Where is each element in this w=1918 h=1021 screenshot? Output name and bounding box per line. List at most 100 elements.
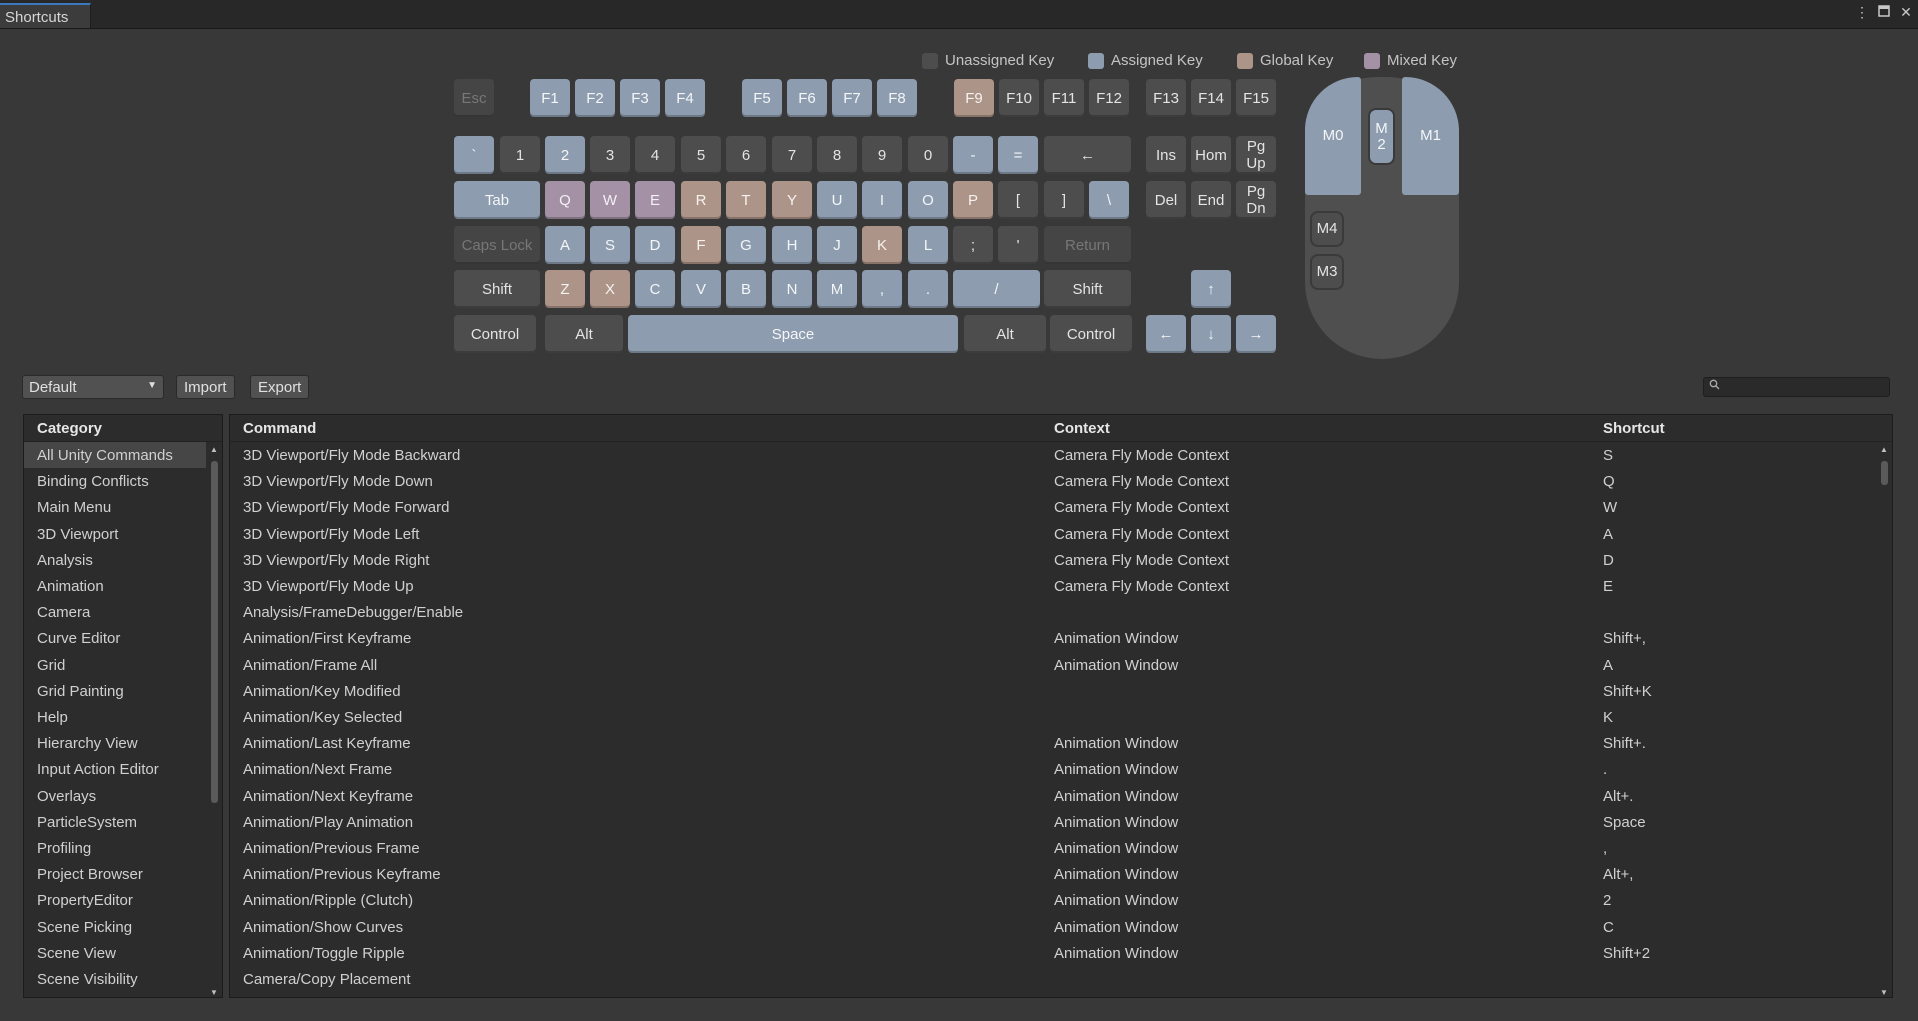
category-item[interactable]: Curve Editor	[24, 625, 206, 651]
key-u[interactable]: U	[817, 181, 857, 219]
key-arrow-left[interactable]: ←	[1146, 315, 1186, 353]
table-row[interactable]: Animation/Play Animation Animation Window…	[230, 809, 1876, 835]
command-column-header[interactable]: Command	[243, 420, 316, 437]
key-alt-left[interactable]: Alt	[545, 315, 623, 353]
key-z[interactable]: Z	[545, 270, 585, 308]
category-item[interactable]: Input Action Editor	[24, 756, 206, 782]
key-f14[interactable]: F14	[1191, 79, 1231, 117]
key-x[interactable]: X	[590, 270, 630, 308]
key-n[interactable]: N	[772, 270, 812, 308]
key-f5[interactable]: F5	[742, 79, 782, 117]
category-item[interactable]: Camera	[24, 599, 206, 625]
key-2[interactable]: 2	[545, 136, 585, 174]
key-d[interactable]: D	[635, 226, 675, 264]
key-k[interactable]: K	[862, 226, 902, 264]
table-row[interactable]: Animation/Toggle Ripple Animation Window S…	[230, 940, 1876, 966]
key-f[interactable]: F	[681, 226, 721, 264]
table-row[interactable]: 3D Viewport/Fly Mode Up Camera Fly Mode C…	[230, 573, 1876, 599]
category-item[interactable]: Scene Picking	[24, 914, 206, 940]
commands-scrollbar[interactable]: ▲ ▼	[1878, 445, 1891, 997]
key-semicolon[interactable]: ;	[953, 226, 993, 264]
mouse-button-m0[interactable]: M0	[1305, 77, 1361, 195]
category-item[interactable]: Scene Visibility	[24, 966, 206, 992]
key-backtick[interactable]: `	[454, 136, 494, 174]
table-row[interactable]: Animation/Next Keyframe Animation Window A…	[230, 783, 1876, 809]
key-f11[interactable]: F11	[1044, 79, 1084, 117]
mouse-button-m4[interactable]: M4	[1310, 211, 1344, 247]
key-f2[interactable]: F2	[575, 79, 615, 117]
profile-dropdown[interactable]: Default ▼	[22, 375, 164, 399]
key-7[interactable]: 7	[772, 136, 812, 174]
key-a[interactable]: A	[545, 226, 585, 264]
key-left[interactable]: ←	[1044, 136, 1131, 174]
table-row[interactable]: 3D Viewport/Fly Mode Right Camera Fly Mod…	[230, 547, 1876, 573]
export-button[interactable]: Export	[250, 375, 310, 399]
key-h[interactable]: H	[772, 226, 812, 264]
key-control-left[interactable]: Control	[454, 315, 536, 353]
key-0[interactable]: 0	[908, 136, 948, 174]
key-arrow-up[interactable]: ↑	[1191, 270, 1231, 308]
category-item[interactable]: Binding Conflicts	[24, 468, 206, 494]
key-control-right[interactable]: Control	[1050, 315, 1132, 353]
key-comma[interactable]: ,	[862, 270, 902, 308]
key-tab[interactable]: Tab	[454, 181, 540, 219]
table-row[interactable]: Animation/Next Frame Animation Window.	[230, 756, 1876, 782]
table-row[interactable]: Animation/First Keyframe Animation Window…	[230, 625, 1876, 651]
scroll-up-icon[interactable]: ▲	[210, 445, 218, 454]
category-item[interactable]: All Unity Commands	[24, 442, 206, 468]
table-row[interactable]: Camera/Copy Placement	[230, 966, 1876, 992]
category-item[interactable]: Overlays	[24, 783, 206, 809]
mouse-button-m1[interactable]: M1	[1402, 77, 1459, 195]
category-item[interactable]: Animation	[24, 573, 206, 599]
key-minus[interactable]: -	[953, 136, 993, 174]
key-backslash[interactable]: \	[1089, 181, 1129, 219]
key-alt-right[interactable]: Alt	[964, 315, 1046, 353]
table-row[interactable]: Animation/Previous Keyframe Animation Win…	[230, 861, 1876, 887]
scroll-up-icon[interactable]: ▲	[1880, 445, 1888, 454]
scroll-thumb[interactable]	[1881, 461, 1888, 485]
key-end[interactable]: End	[1191, 181, 1231, 219]
key-8[interactable]: 8	[817, 136, 857, 174]
key-f6[interactable]: F6	[787, 79, 827, 117]
key-shift-right[interactable]: Shift	[1044, 270, 1131, 308]
key-slash[interactable]: /	[953, 270, 1040, 308]
key-ins[interactable]: Ins	[1146, 136, 1186, 174]
key-v[interactable]: V	[681, 270, 721, 308]
key-p[interactable]: P	[953, 181, 993, 219]
key-f9[interactable]: F9	[954, 79, 994, 117]
category-item[interactable]: Scene View	[24, 940, 206, 966]
key-lbracket[interactable]: [	[998, 181, 1038, 219]
more-menu-icon[interactable]: ⋮	[1854, 4, 1870, 21]
key-g[interactable]: G	[726, 226, 766, 264]
table-row[interactable]: Animation/Show Curves Animation Window C	[230, 914, 1876, 940]
key-o[interactable]: O	[908, 181, 948, 219]
key-pg-dn[interactable]: Pg Dn	[1236, 181, 1276, 219]
close-icon[interactable]: ✕	[1898, 4, 1914, 21]
key-f10[interactable]: F10	[999, 79, 1039, 117]
scroll-thumb[interactable]	[211, 461, 218, 803]
key-rbracket[interactable]: ]	[1044, 181, 1084, 219]
category-scrollbar[interactable]: ▲ ▼	[208, 445, 221, 997]
key-f4[interactable]: F4	[665, 79, 705, 117]
key-9[interactable]: 9	[862, 136, 902, 174]
table-row[interactable]: 3D Viewport/Fly Mode Left Camera Fly Mode…	[230, 521, 1876, 547]
key-6[interactable]: 6	[726, 136, 766, 174]
key-t[interactable]: T	[726, 181, 766, 219]
key-e[interactable]: E	[635, 181, 675, 219]
key-f8[interactable]: F8	[877, 79, 917, 117]
table-row[interactable]: Animation/Ripple (Clutch) Animation Windo…	[230, 887, 1876, 913]
table-row[interactable]: Animation/Key Modified Shift+K	[230, 678, 1876, 704]
search-input[interactable]	[1703, 377, 1890, 397]
key-arrow-down[interactable]: ↓	[1191, 315, 1231, 353]
key-s[interactable]: S	[590, 226, 630, 264]
key-shift-left[interactable]: Shift	[454, 270, 540, 308]
key-4[interactable]: 4	[635, 136, 675, 174]
scroll-down-icon[interactable]: ▼	[210, 988, 218, 997]
scroll-down-icon[interactable]: ▼	[1880, 988, 1888, 997]
import-button[interactable]: Import	[176, 375, 235, 399]
key-space[interactable]: Space	[628, 315, 958, 353]
category-item[interactable]: Grid	[24, 652, 206, 678]
table-row[interactable]: Animation/Key Selected K	[230, 704, 1876, 730]
table-row[interactable]: 3D Viewport/Fly Mode Backward Camera Fly …	[230, 442, 1876, 468]
key-5[interactable]: 5	[681, 136, 721, 174]
